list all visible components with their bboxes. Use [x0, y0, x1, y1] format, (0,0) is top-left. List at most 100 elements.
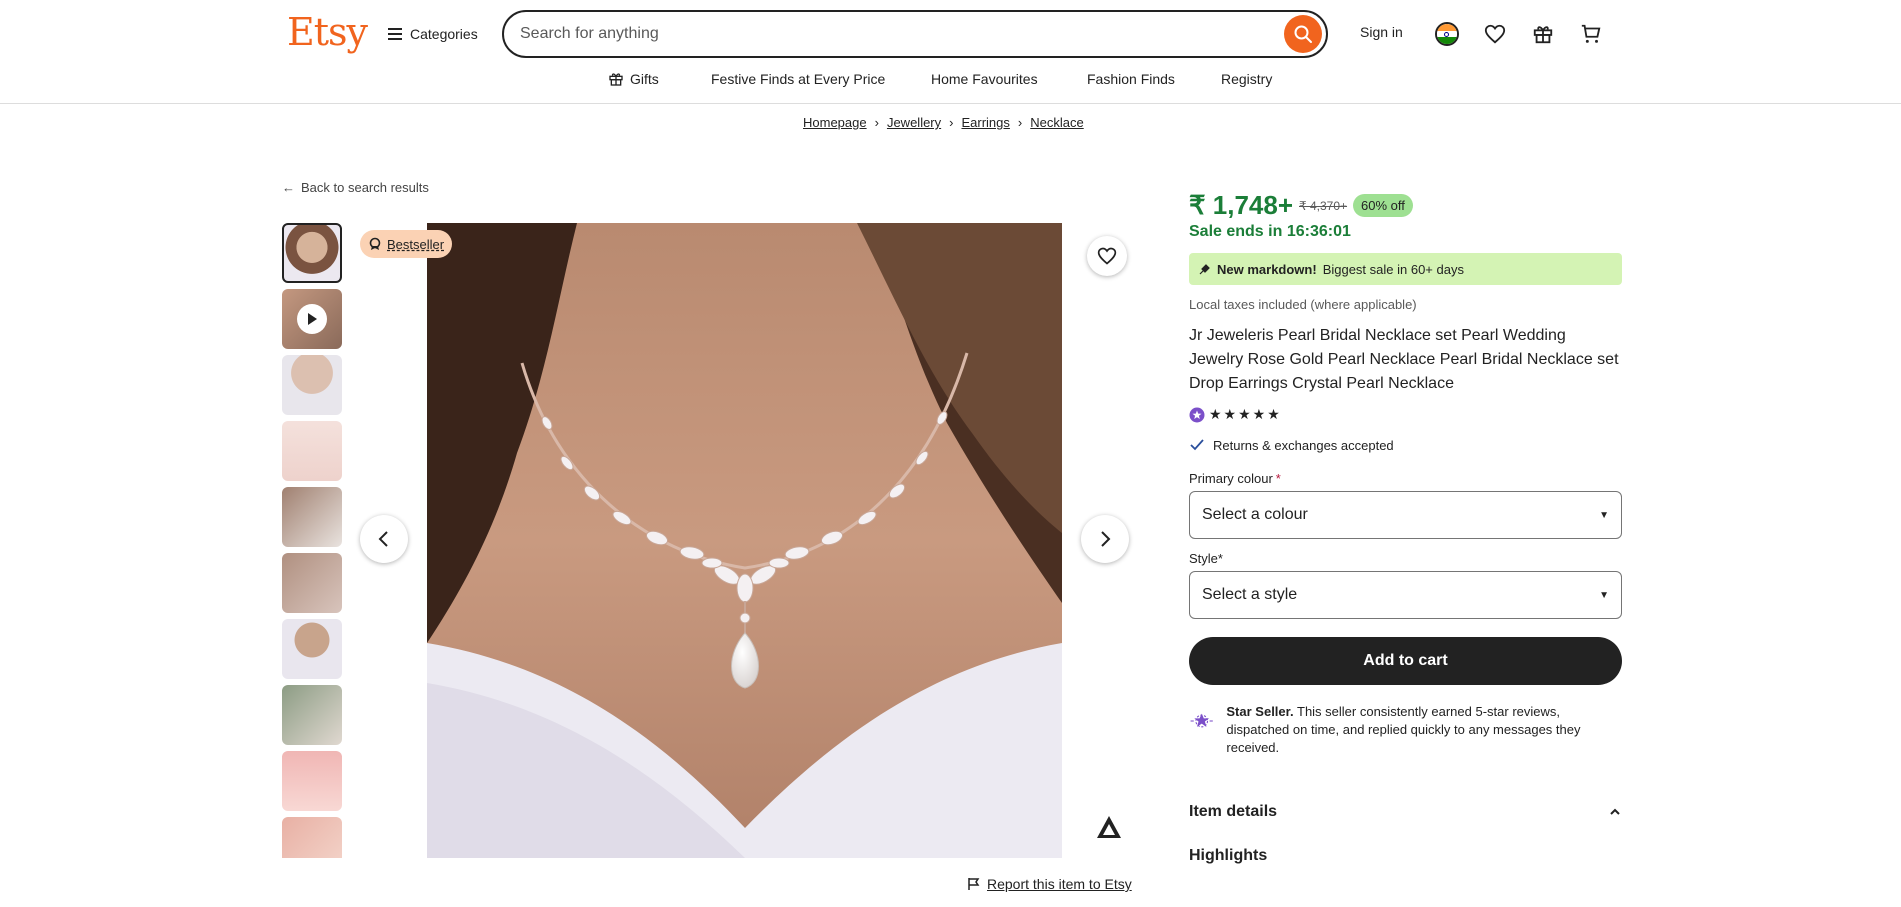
nav-item-home-favourites[interactable]: Home Favourites	[931, 71, 1038, 87]
taxes-note: Local taxes included (where applicable)	[1189, 297, 1417, 312]
style-label-text: Style	[1189, 551, 1218, 566]
thumbnail[interactable]	[282, 553, 342, 613]
back-to-results-link[interactable]: ← Back to search results	[282, 180, 429, 195]
thumbnail[interactable]	[282, 487, 342, 547]
search-icon	[1294, 25, 1312, 43]
favourites-button[interactable]	[1482, 21, 1508, 47]
breadcrumb-necklace[interactable]: Necklace	[1030, 115, 1083, 130]
required-mark: *	[1275, 471, 1281, 486]
breadcrumb: Homepage › Jewellery › Earrings › Neckla…	[803, 115, 1084, 130]
chevron-right-icon	[1101, 531, 1111, 547]
original-price: ₹ 4,370+	[1299, 198, 1348, 213]
categories-button[interactable]: Categories	[388, 20, 478, 48]
star-seller-icon	[1190, 713, 1213, 728]
play-icon	[297, 304, 327, 334]
bestseller-label: Bestseller	[387, 236, 445, 252]
style-label: Style*	[1189, 551, 1622, 566]
region-button[interactable]	[1434, 21, 1460, 47]
star-seller-bold: Star Seller.	[1226, 704, 1294, 719]
search-bar	[502, 10, 1328, 58]
price-row: ₹ 1,748+ ₹ 4,370+ 60% off	[1189, 190, 1622, 221]
markdown-banner: New markdown! Biggest sale in 60+ days	[1189, 253, 1622, 285]
signin-link[interactable]: Sign in	[1360, 24, 1403, 40]
item-details-label: Item details	[1189, 803, 1278, 820]
nav-label: Gifts	[630, 71, 659, 87]
chevron-right-icon: ›	[1017, 115, 1023, 130]
returns-text: Returns & exchanges accepted	[1213, 437, 1394, 453]
favourite-button[interactable]	[1087, 236, 1127, 276]
star-rating: ★★★★★	[1209, 406, 1282, 422]
next-image-button[interactable]	[1081, 515, 1129, 563]
price: ₹ 1,748+	[1189, 190, 1294, 220]
etsy-logo[interactable]: Etsy	[287, 10, 368, 54]
breadcrumb-earrings[interactable]: Earrings	[961, 115, 1009, 130]
primary-colour-label-text: Primary colour	[1189, 471, 1273, 486]
menu-icon	[388, 28, 402, 40]
product-title: Jr Jeweleris Pearl Bridal Necklace set P…	[1189, 327, 1619, 392]
rating[interactable]: ★★★★★	[1189, 406, 1622, 423]
search-input[interactable]	[520, 22, 1260, 46]
gift-icon	[609, 73, 623, 86]
nav-item-fashion-finds[interactable]: Fashion Finds	[1087, 71, 1175, 87]
breadcrumb-jewellery[interactable]: Jewellery	[887, 115, 941, 130]
highlights-heading: Highlights	[1189, 847, 1268, 864]
back-label: Back to search results	[301, 180, 429, 195]
previous-image-button[interactable]	[360, 515, 408, 563]
view-in-room-icon[interactable]	[1094, 812, 1124, 842]
report-label: Report this item to Etsy	[987, 876, 1132, 892]
caret-down-icon: ▼	[1599, 509, 1609, 521]
arrow-left-icon: ←	[282, 180, 295, 195]
sale-ends-text: Sale ends in 16:36:01	[1189, 223, 1351, 240]
india-flag-icon	[1435, 22, 1459, 46]
discount-badge: 60% off	[1353, 194, 1413, 217]
cart-icon	[1581, 24, 1601, 43]
nav-item-gifts[interactable]: Gifts	[608, 71, 659, 87]
thumbnail-video[interactable]	[282, 289, 342, 349]
cart-button[interactable]	[1578, 21, 1604, 47]
chevron-right-icon: ›	[874, 115, 879, 130]
markdown-text: Biggest sale in 60+ days	[1322, 261, 1464, 277]
returns-info: Returns & exchanges accepted	[1189, 437, 1622, 453]
flag-icon	[968, 878, 980, 890]
add-to-cart-button[interactable]: Add to cart	[1189, 637, 1622, 685]
chevron-up-icon	[1610, 808, 1620, 815]
breadcrumb-homepage[interactable]: Homepage	[803, 115, 867, 130]
thumbnail[interactable]	[282, 421, 342, 481]
thumbnail[interactable]	[282, 685, 342, 745]
award-icon	[369, 237, 381, 250]
caret-down-icon: ▼	[1599, 589, 1609, 601]
primary-colour-label: Primary colour *	[1189, 471, 1622, 486]
star-seller-info: Star Seller. This seller consistently ea…	[1189, 703, 1622, 757]
thumbnail[interactable]	[282, 355, 342, 415]
gift-mode-button[interactable]	[1530, 21, 1556, 47]
check-icon	[1190, 439, 1204, 451]
thumbnail[interactable]	[282, 619, 342, 679]
categories-label: Categories	[410, 26, 478, 42]
category-nav: Gifts Festive Finds at Every Price Home …	[0, 68, 1901, 92]
required-mark: *	[1217, 551, 1223, 566]
tag-icon	[1199, 264, 1210, 275]
star-seller-badge-icon	[1189, 407, 1205, 422]
search-button[interactable]	[1284, 15, 1322, 53]
site-header: Etsy Categories Sign in Gifts Festive Fi…	[0, 0, 1901, 104]
report-item-link[interactable]: Report this item to Etsy	[967, 876, 1132, 892]
thumbnail[interactable]	[282, 817, 342, 858]
bestseller-badge[interactable]: Bestseller	[360, 230, 453, 258]
product-info-panel: ₹ 1,748+ ₹ 4,370+ 60% off Sale ends in 1…	[1189, 190, 1622, 865]
heart-icon	[1484, 24, 1506, 44]
product-image[interactable]	[427, 223, 1062, 858]
thumbnail[interactable]	[282, 751, 342, 811]
markdown-bold: New markdown!	[1217, 261, 1317, 277]
nav-item-registry[interactable]: Registry	[1221, 71, 1272, 87]
gift-icon	[1533, 26, 1553, 44]
nav-item-festive-finds[interactable]: Festive Finds at Every Price	[711, 71, 885, 87]
chevron-right-icon: ›	[949, 115, 954, 130]
star-seller-text-block: Star Seller. This seller consistently ea…	[1226, 703, 1622, 757]
item-details-toggle[interactable]: Item details	[1189, 803, 1622, 821]
heart-icon	[1097, 247, 1117, 265]
thumbnail[interactable]	[282, 223, 342, 283]
chevron-left-icon	[378, 531, 388, 547]
primary-colour-select[interactable]: Select a colour ▼	[1189, 491, 1622, 539]
style-select[interactable]: Select a style ▼	[1189, 571, 1622, 619]
primary-colour-value: Select a colour	[1202, 506, 1308, 523]
